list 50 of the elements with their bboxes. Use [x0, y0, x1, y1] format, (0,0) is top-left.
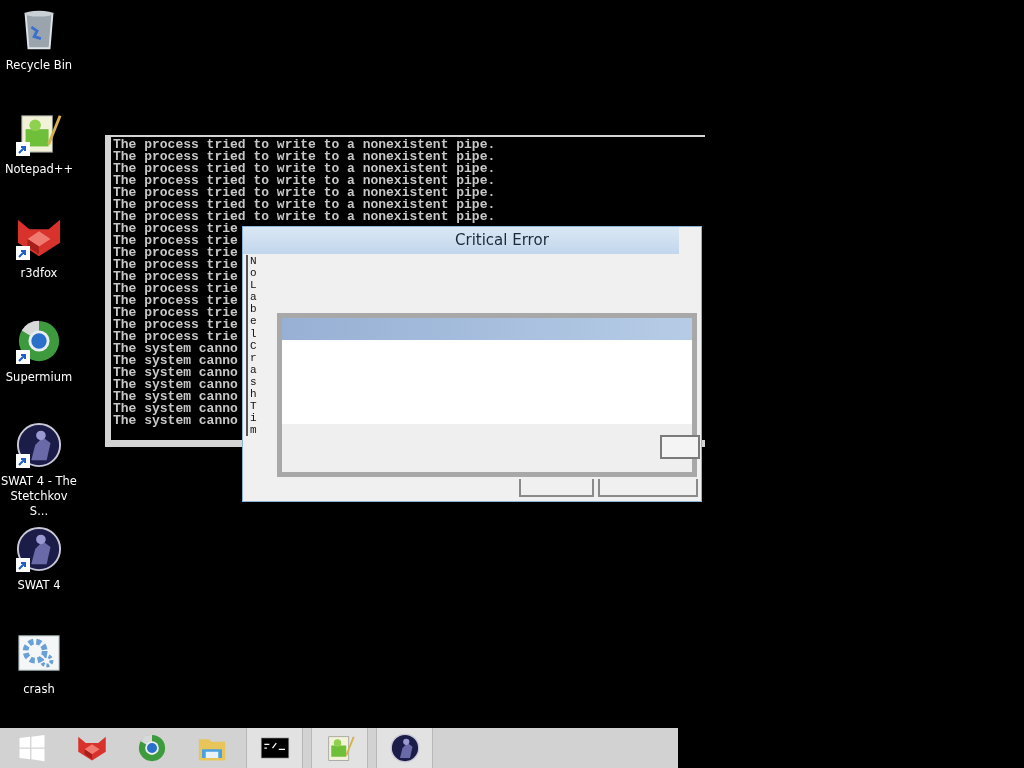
console-line: The system canno — [113, 403, 238, 415]
console-line: The process trie — [113, 259, 238, 271]
console-line: The system canno — [113, 343, 238, 355]
console-line: The system canno — [113, 367, 238, 379]
globe-icon — [137, 733, 167, 763]
icon-label: Supermium — [4, 370, 74, 385]
vertical-label: NoLabel CrashTim — [246, 255, 261, 437]
console-line: The process tried to write to a nonexistent pipe. — [113, 187, 496, 199]
console-line: The process tried to write to a nonexistent pipe. — [113, 163, 496, 175]
console-line: The process trie — [113, 307, 238, 319]
console-line: The process trie — [113, 271, 238, 283]
window-title: Critical Error — [243, 227, 679, 254]
desktop-shortcut[interactable]: Notepad++ — [0, 110, 78, 177]
console-line: The process trie — [113, 295, 238, 307]
icon-label: SWAT 4 — [16, 578, 62, 593]
button[interactable] — [660, 435, 700, 459]
soldier-emblem-icon — [16, 526, 62, 572]
console-line: The process trie — [113, 247, 238, 259]
icon-label: crash — [22, 682, 56, 697]
desktop-shortcut[interactable]: SWAT 4 — [0, 526, 78, 593]
taskbar-button[interactable] — [246, 728, 303, 768]
globe-icon — [16, 318, 62, 364]
console-line: The process tried to write to a nonexistent pipe. — [113, 211, 496, 223]
console-line: The process tried to write to a nonexistent pipe. — [113, 199, 496, 211]
console-line: The system canno — [113, 355, 238, 367]
button[interactable] — [598, 479, 698, 497]
console-line: The system canno — [113, 391, 238, 403]
desktop-shortcut[interactable]: SWAT 4 - The Stetchkov S... — [0, 422, 78, 519]
console-line: The process trie — [113, 283, 238, 295]
icon-label: SWAT 4 - The Stetchkov S... — [0, 474, 78, 519]
console-line: The process tried to write to a nonexistent pipe. — [113, 139, 496, 151]
soldier-emblem-icon — [389, 733, 420, 763]
console-line: The process trie — [113, 235, 238, 247]
console-line: The system canno — [113, 379, 238, 391]
icon-label: r3dfox — [19, 266, 59, 281]
desktop-shortcut[interactable]: Recycle Bin — [0, 6, 78, 73]
desktop-shortcut[interactable]: r3dfox — [0, 214, 78, 281]
console-line: The system canno — [113, 415, 238, 427]
icon-label: Notepad++ — [3, 162, 75, 177]
console-line: The process trie — [113, 331, 238, 343]
console-line: The process trie — [113, 223, 238, 235]
button[interactable] — [519, 479, 594, 497]
taskbar-button[interactable] — [376, 728, 433, 768]
icon-label: Recycle Bin — [4, 58, 74, 73]
soldier-emblem-icon — [16, 422, 62, 468]
console-line: The process trie — [113, 319, 238, 331]
desktop-shortcut[interactable]: crash — [0, 630, 78, 697]
desktop-shortcut[interactable]: Supermium — [0, 318, 78, 385]
console-line: The process tried to write to a nonexistent pipe. — [113, 175, 496, 187]
console-line: The process tried to write to a nonexistent pipe. — [113, 151, 496, 163]
